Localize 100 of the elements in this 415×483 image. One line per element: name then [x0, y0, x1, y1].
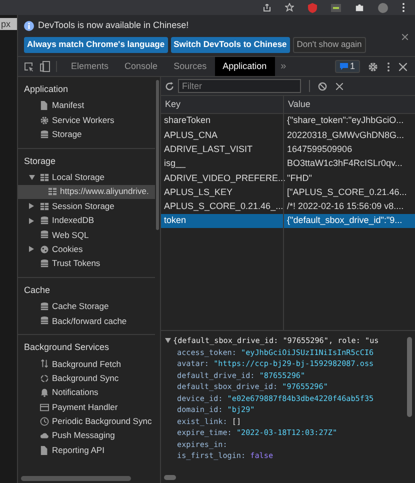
table-row[interactable]: token {"default_sbox_drive_id":"9...: [161, 214, 415, 228]
value-cell-text: ["APLUS_S_CORE_0.21.46...: [286, 186, 408, 199]
sidebar-item[interactable]: Background Sync: [18, 371, 155, 386]
sidebar-item[interactable]: Notifications: [18, 385, 155, 400]
table-row[interactable]: ADRIVE_VIDEO_PREFERE... "FHD": [161, 171, 415, 186]
infobar-button[interactable]: Always match Chrome's language: [24, 36, 168, 52]
expand-arrow-icon[interactable]: [165, 338, 171, 344]
gear-icon: [40, 116, 49, 125]
database-icon: [40, 230, 49, 240]
table-row[interactable]: isg__ BO3ttaW1c3hF4RcISLr0qv...: [161, 156, 415, 172]
tab[interactable]: Sources: [166, 57, 215, 76]
value-cell-text: 1647599509906: [286, 142, 354, 156]
device-icon[interactable]: [40, 61, 50, 72]
tab[interactable]: Elements: [63, 57, 117, 76]
scrollbar[interactable]: [21, 476, 131, 481]
sidebar-item[interactable]: Storage: [18, 127, 155, 142]
sidebar-item[interactable]: Push Messaging: [18, 428, 155, 444]
tab[interactable]: Application: [214, 57, 275, 76]
file-icon: [40, 446, 49, 455]
key-cell-text: APLUS_S_CORE_0.21.46_...: [163, 200, 284, 214]
clock-icon: [40, 416, 49, 426]
table-row[interactable]: APLUS_S_CORE_0.21.46_... /*! 2022-02-16 15:56:09 v8....: [161, 200, 415, 214]
scrollbar[interactable]: [407, 337, 412, 417]
section-title: Application: [23, 83, 70, 96]
sidebar-item[interactable]: IndexedDB: [18, 213, 155, 228]
sidebar-item[interactable]: Periodic Background Sync: [18, 414, 155, 429]
grid-icon: [48, 187, 57, 196]
database-icon: [40, 316, 49, 326]
bell-icon: [40, 388, 49, 398]
filter-field[interactable]: Filter: [178, 79, 301, 93]
sidebar-item[interactable]: Session Storage: [18, 198, 155, 214]
close-icon[interactable]: [399, 62, 407, 70]
sidebar-item[interactable]: Manifest: [18, 98, 155, 113]
table-row[interactable]: shareToken {"share_token":"eyJhbGciO...: [161, 114, 415, 128]
sidebar-item[interactable]: Reporting API: [18, 443, 155, 458]
extension-icon[interactable]: [331, 4, 341, 12]
value-cell-text: {"default_sbox_drive_id":"9...: [286, 214, 404, 228]
arrows-icon: [40, 359, 49, 368]
more-icon[interactable]: [402, 3, 405, 12]
refresh-icon[interactable]: [165, 82, 174, 90]
scrollbar[interactable]: [164, 475, 176, 480]
sidebar-item[interactable]: Service Workers: [18, 112, 155, 128]
key-cell-text: shareToken: [163, 114, 212, 128]
table-row[interactable]: APLUS_LS_KEY ["APLUS_S_CORE_0.21.46...: [161, 185, 415, 200]
file-icon: [40, 101, 49, 110]
shield-icon[interactable]: [308, 2, 317, 12]
key-cell-text: ADRIVE_VIDEO_PREFERE...: [163, 172, 284, 185]
grid-icon: [40, 172, 49, 182]
table-row[interactable]: APLUS_CNA 20220318_GMWvGhDN8G...: [161, 128, 415, 143]
key-cell-text: isg__: [163, 157, 187, 170]
info-icon: [24, 20, 34, 31]
grid-icon: [40, 202, 49, 211]
sidebar-item[interactable]: Back/forward cache: [18, 314, 155, 328]
sidebar-item[interactable]: Trust Tokens: [18, 256, 155, 271]
value-cell-text: {"share_token":"eyJhbGciO...: [286, 114, 405, 128]
infobar-button[interactable]: Switch DevTools to Chinese: [170, 36, 290, 52]
database-icon: [40, 216, 49, 226]
settings-icon[interactable]: [368, 62, 378, 72]
card-icon: [40, 402, 49, 412]
table-row[interactable]: ADRIVE_LAST_VISIT 1647599509906: [161, 142, 415, 157]
sidebar-item[interactable]: Payment Handler: [18, 400, 155, 414]
clear-icon[interactable]: [318, 82, 327, 90]
infobar-button[interactable]: Don't show again: [292, 36, 366, 52]
value-cell-text: "FHD": [286, 172, 313, 185]
key-cell-text: APLUS_LS_KEY: [163, 186, 234, 199]
database-icon: [40, 259, 49, 268]
expand-arrow-icon[interactable]: [29, 174, 37, 180]
sidebar-item[interactable]: Cache Storage: [18, 299, 155, 314]
column-header[interactable]: Value: [284, 98, 415, 112]
avatar-icon[interactable]: [378, 2, 388, 12]
star-icon[interactable]: [285, 3, 294, 12]
issues-button[interactable]: 1: [334, 60, 360, 73]
more-tabs-button[interactable]: »: [274, 57, 292, 76]
value-cell-text: 20220318_GMWvGhDN8G...: [286, 128, 406, 142]
inspect-icon[interactable]: [24, 62, 34, 72]
info-message: DevTools is now available in Chinese!: [38, 19, 189, 32]
cloud-icon: [40, 431, 49, 440]
sidebar-item[interactable]: https://www.aliyundrive.: [18, 184, 155, 199]
column-header[interactable]: Key: [161, 98, 284, 112]
section-title: Storage: [18, 148, 155, 170]
value-cell-text: /*! 2022-02-16 15:56:09 v8....: [286, 200, 405, 214]
more-icon[interactable]: [387, 62, 390, 72]
sidebar-item[interactable]: Local Storage: [18, 170, 155, 185]
sidebar-item[interactable]: Web SQL: [18, 228, 155, 242]
page-text: px: [0, 18, 17, 30]
close-icon[interactable]: [402, 34, 408, 40]
section-title: Cache: [18, 276, 155, 300]
message-icon: [340, 63, 348, 70]
tab[interactable]: Console: [116, 57, 166, 76]
section-title: Background Services: [18, 334, 155, 357]
key-cell-text: APLUS_CNA: [163, 128, 219, 142]
database-icon: [40, 302, 49, 312]
cookie-icon: [40, 244, 49, 254]
share-icon[interactable]: [263, 4, 271, 12]
delete-icon[interactable]: [336, 82, 343, 90]
key-cell-text: ADRIVE_LAST_VISIT: [163, 142, 254, 156]
sidebar-item[interactable]: Background Fetch: [18, 356, 155, 372]
value-cell-text: BO3ttaW1c3hF4RcISLr0qv...: [286, 157, 404, 170]
sync-icon: [40, 374, 49, 383]
sidebar-item[interactable]: Cookies: [18, 242, 155, 257]
